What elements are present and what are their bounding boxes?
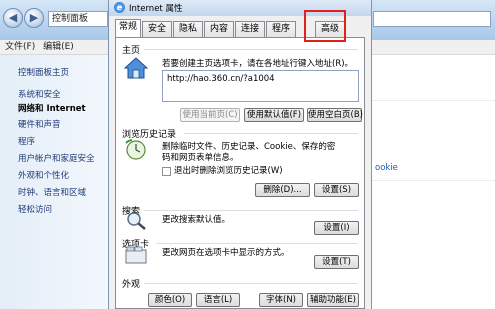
menu-file[interactable]: 文件(F) — [5, 42, 35, 52]
tab-security[interactable]: 安全 — [142, 21, 172, 37]
address-text: 控制面板 — [52, 14, 89, 24]
section-divider — [184, 133, 358, 134]
accessibility-button[interactable]: 辅助功能(E) — [307, 293, 359, 307]
section-divider — [144, 210, 358, 211]
home-page-url-input[interactable]: http://hao.360.cn/?a1004 — [162, 70, 359, 102]
tab-general[interactable]: 常规 — [115, 19, 141, 37]
sidebar-item-system-security[interactable]: 系统和安全 — [18, 88, 61, 100]
use-blank-button[interactable]: 使用空白页(B) — [307, 108, 363, 122]
section-divider — [144, 283, 358, 284]
advanced-tab-highlight — [304, 10, 346, 42]
search-settings-button[interactable]: 设置(I) — [314, 221, 359, 235]
search-description: 更改搜索默认值。 — [162, 215, 231, 225]
home-page-url: http://hao.360.cn/?a1004 — [167, 74, 275, 84]
history-clock-icon — [125, 139, 146, 160]
forward-arrow-icon[interactable]: ▶ — [24, 8, 44, 28]
partial-link-text[interactable]: ookie — [375, 163, 398, 173]
history-settings-button[interactable]: 设置(S) — [314, 183, 359, 197]
sidebar-item-ease-of-access[interactable]: 轻松访问 — [18, 203, 52, 215]
general-tab-panel: 主页 若要创建主页选项卡，请在各地址行键入地址(R)。 http://hao.3… — [115, 37, 365, 309]
divider — [372, 180, 495, 181]
home-section-title: 主页 — [122, 46, 141, 56]
menu-bar: 文件(F) 编辑(E) — [0, 40, 110, 55]
tab-programs[interactable]: 程序 — [266, 21, 296, 37]
delete-history-button[interactable]: 删除(D)... — [255, 183, 310, 197]
sidebar-item-hardware[interactable]: 硬件和声音 — [18, 118, 61, 130]
use-default-button[interactable]: 使用默认值(F) — [244, 108, 304, 122]
sidebar-item-home[interactable]: 控制面板主页 — [18, 66, 69, 78]
search-magnifier-icon — [127, 212, 146, 230]
delete-on-exit-label: 退出时删除浏览历史记录(W) — [174, 166, 283, 176]
delete-on-exit-checkbox[interactable] — [162, 167, 171, 176]
tabs-icon — [125, 246, 147, 264]
tab-connections[interactable]: 连接 — [235, 21, 265, 37]
control-panel-content-right: ookie — [372, 40, 495, 309]
dialog-title: Internet 属性 — [129, 4, 183, 14]
home-description: 若要创建主页选项卡，请在各地址行键入地址(R)。 — [162, 59, 354, 69]
search-box[interactable] — [373, 11, 491, 27]
house-icon — [124, 57, 148, 79]
sidebar-item-network[interactable]: 网络和 Internet — [18, 102, 86, 114]
use-current-button[interactable]: 使用当前页(C) — [180, 108, 240, 122]
internet-properties-dialog: e Internet 属性 常规 安全 隐私 内容 连接 程序 高级 主页 若要… — [108, 0, 372, 309]
tabs-description: 更改网页在选项卡中显示的方式。 — [162, 248, 290, 258]
fonts-button[interactable]: 字体(N) — [259, 293, 303, 307]
appearance-section-title: 外观 — [122, 280, 141, 290]
sidebar-item-clock-language[interactable]: 时钟、语言和区域 — [18, 186, 86, 198]
tab-content[interactable]: 内容 — [204, 21, 234, 37]
sidebar-item-user-accounts[interactable]: 用户帐户和家庭安全 — [18, 152, 95, 164]
tabs-settings-button[interactable]: 设置(T) — [314, 255, 359, 269]
colors-button[interactable]: 颜色(O) — [148, 293, 192, 307]
languages-button[interactable]: 语言(L) — [196, 293, 240, 307]
sidebar-item-appearance[interactable]: 外观和个性化 — [18, 169, 69, 181]
divider — [372, 100, 495, 101]
section-divider — [156, 243, 358, 244]
internet-explorer-icon: e — [114, 2, 125, 13]
back-arrow-icon[interactable]: ◀ — [3, 8, 23, 28]
tab-privacy[interactable]: 隐私 — [173, 21, 203, 37]
history-description: 删除临时文件、历史记录、Cookie、保存的密码和网页表单信息。 — [162, 142, 336, 163]
right-toolbar — [372, 40, 495, 55]
menu-edit[interactable]: 编辑(E) — [43, 42, 74, 52]
section-divider — [144, 49, 358, 50]
control-panel-sidebar: 控制面板主页 系统和安全 网络和 Internet 硬件和声音 程序 用户帐户和… — [0, 55, 110, 309]
sidebar-item-programs[interactable]: 程序 — [18, 135, 35, 147]
address-bar[interactable]: 控制面板 — [48, 11, 108, 27]
